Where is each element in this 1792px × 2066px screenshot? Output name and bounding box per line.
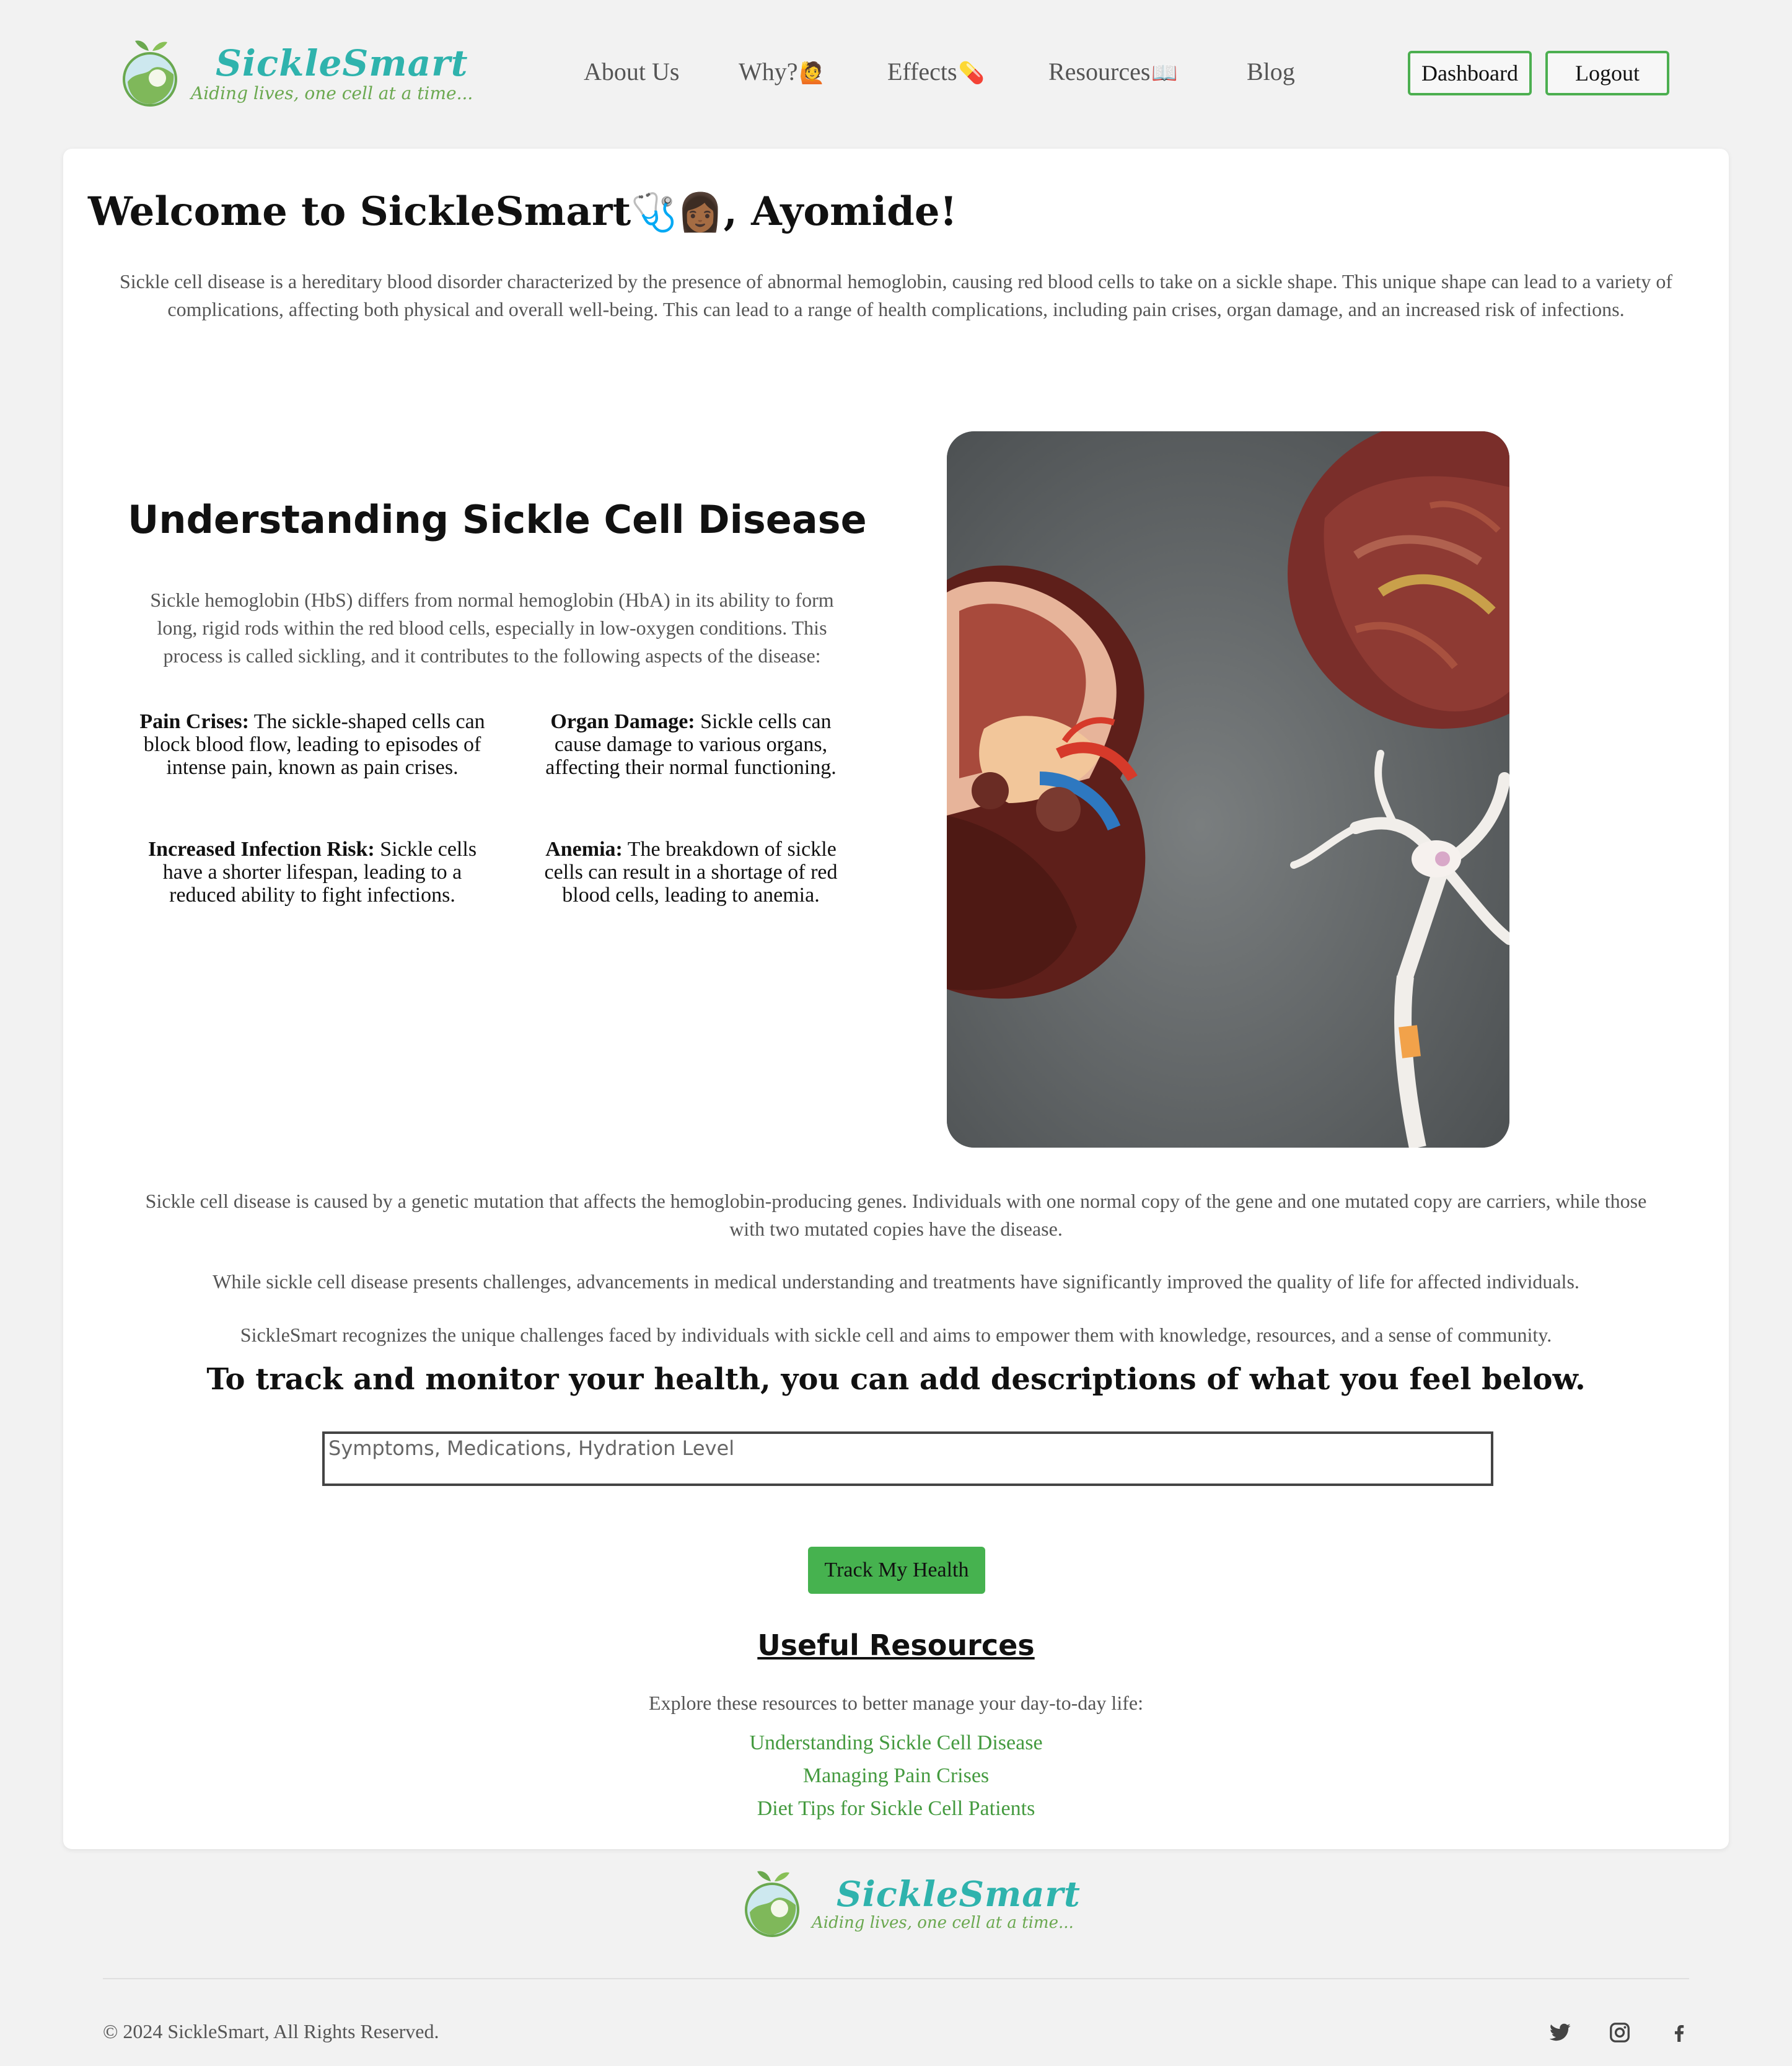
instagram-icon[interactable] xyxy=(1609,2021,1631,2044)
track-heading: To track and monitor your health, you ca… xyxy=(206,1362,1586,1397)
welcome-heading: Welcome to SickleSmart🩺👩🏾, Ayomide! xyxy=(88,188,957,235)
symptoms-input[interactable] xyxy=(322,1431,1493,1486)
resources-intro: Explore these resources to better manage… xyxy=(649,1692,1143,1714)
understanding-heading: Understanding Sickle Cell Disease xyxy=(128,497,867,542)
facebook-icon[interactable] xyxy=(1668,2021,1690,2044)
welcome-user-name: , Ayomide! xyxy=(723,188,957,235)
anatomy-models-image xyxy=(947,431,1509,1148)
pill-icon: 💊 xyxy=(958,62,985,85)
dashboard-button[interactable]: Dashboard xyxy=(1408,51,1532,95)
aspect-title: Increased Infection Risk: xyxy=(147,838,375,861)
main-card: Welcome to SickleSmart🩺👩🏾, Ayomide! Sick… xyxy=(63,149,1729,1849)
genetics-paragraph: Sickle cell disease is caused by a genet… xyxy=(145,1190,1647,1240)
person-raising-hand-icon: 🙋 xyxy=(799,62,825,85)
nav-item-why[interactable]: Why?🙋 xyxy=(739,57,825,86)
copyright-text: © 2024 SickleSmart, All Rights Reserved. xyxy=(103,2020,439,2042)
nav-item-label: Blog xyxy=(1247,58,1295,86)
mission-paragraph: SickleSmart recognizes the unique challe… xyxy=(240,1324,1552,1346)
site-header: SickleSmart Aiding lives, one cell at a … xyxy=(0,0,1792,147)
nav-item-label: Effects xyxy=(887,58,957,86)
header-logo[interactable]: SickleSmart Aiding lives, one cell at a … xyxy=(121,38,473,112)
nav-item-label: Why? xyxy=(739,58,798,86)
stethoscope-woman-icon: 🩺👩🏾 xyxy=(631,191,724,234)
resource-links: Understanding Sickle Cell Disease Managi… xyxy=(128,1726,1664,1825)
open-book-icon: 📖 xyxy=(1151,62,1178,85)
nav-item-effects[interactable]: Effects💊 xyxy=(887,57,985,86)
aspect-anemia: Anemia: The breakdown of sickle cells ca… xyxy=(527,838,855,907)
resource-link[interactable]: Understanding Sickle Cell Disease xyxy=(128,1726,1664,1759)
brand-name: SickleSmart xyxy=(216,42,468,84)
nav-item-blog[interactable]: Blog xyxy=(1247,57,1295,86)
resource-link[interactable]: Managing Pain Crises xyxy=(128,1759,1664,1792)
track-my-health-button[interactable]: Track My Health xyxy=(808,1547,985,1594)
nav-item-resources[interactable]: Resources📖 xyxy=(1048,57,1178,86)
anatomy-models-illustration xyxy=(947,431,1509,1148)
useful-resources-heading: Useful Resources xyxy=(757,1629,1035,1662)
welcome-prefix: Welcome to SickleSmart xyxy=(88,188,631,235)
nav-item-label: About Us xyxy=(584,58,680,86)
nav-item-about-us[interactable]: About Us xyxy=(584,57,679,86)
brand-name: SickleSmart xyxy=(837,1874,1081,1915)
advancements-paragraph: While sickle cell disease presents chall… xyxy=(213,1270,1579,1293)
understanding-paragraph: Sickle hemoglobin (HbS) differs from nor… xyxy=(150,589,834,667)
footer-divider xyxy=(103,1978,1689,1979)
twitter-icon[interactable] xyxy=(1549,2021,1571,2044)
logo-globe-icon xyxy=(745,1871,799,1937)
footer-logo[interactable]: SickleSmart Aiding lives, one cell at a … xyxy=(744,1869,1080,1942)
logo-globe-icon xyxy=(123,40,177,107)
aspect-title: Anemia: xyxy=(545,838,623,861)
aspect-title: Pain Crises: xyxy=(139,710,249,733)
aspect-organ-damage: Organ Damage: Sickle cells can cause dam… xyxy=(527,710,855,779)
aspect-title: Organ Damage: xyxy=(550,710,695,733)
logout-button[interactable]: Logout xyxy=(1545,51,1669,95)
resource-link[interactable]: Diet Tips for Sickle Cell Patients xyxy=(128,1792,1664,1825)
brand-tagline: Aiding lives, one cell at a time... xyxy=(812,1914,1074,1932)
intro-paragraph: Sickle cell disease is a hereditary bloo… xyxy=(119,270,1673,320)
brand-tagline: Aiding lives, one cell at a time... xyxy=(191,83,473,103)
aspect-infection-risk: Increased Infection Risk: Sickle cells h… xyxy=(139,838,486,907)
aspect-pain-crises: Pain Crises: The sickle-shaped cells can… xyxy=(139,710,486,779)
nav-item-label: Resources xyxy=(1048,58,1151,86)
